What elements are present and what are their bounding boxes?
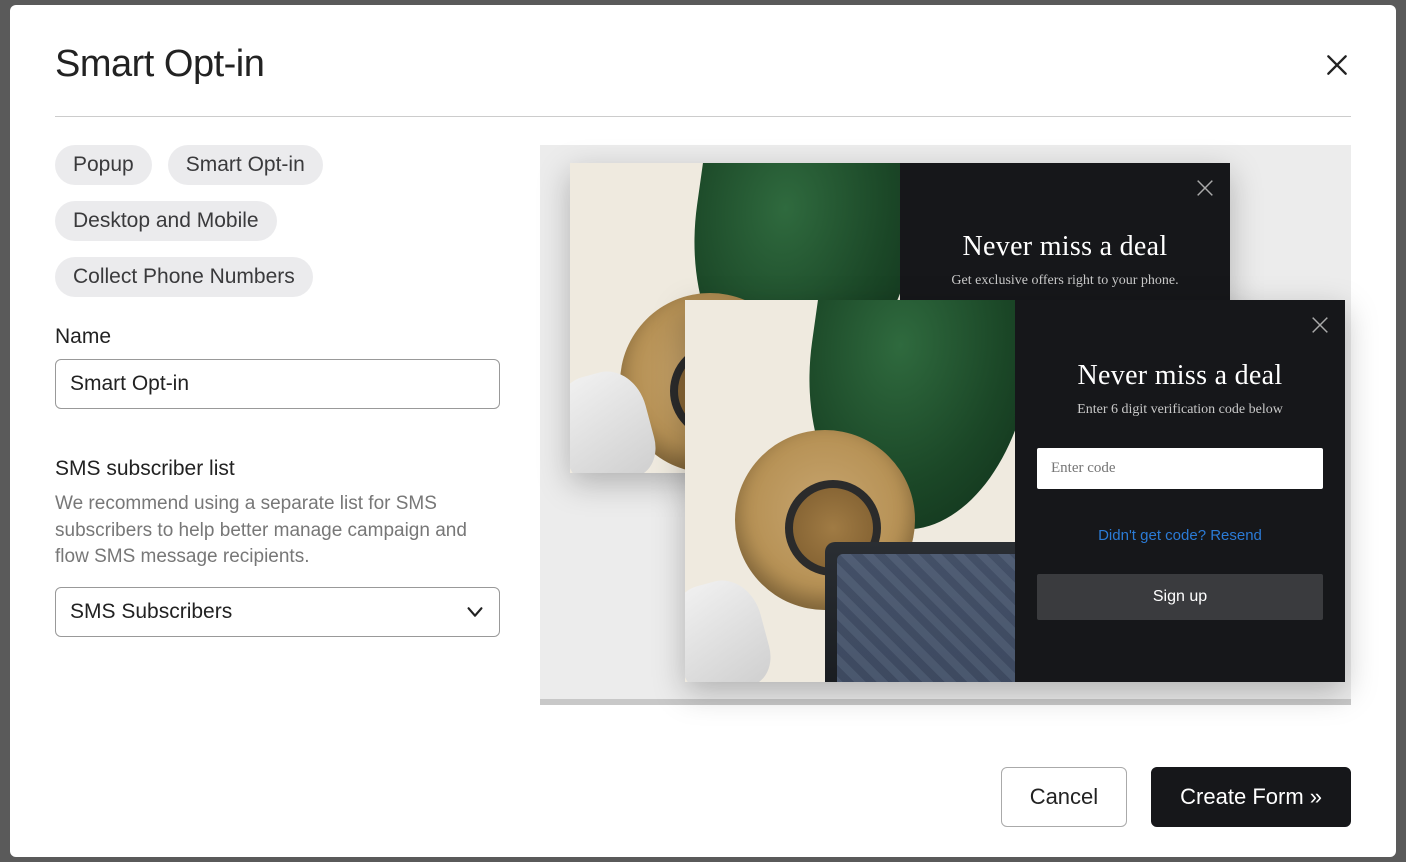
- preview-card-step2-close-icon: [1309, 314, 1331, 336]
- modal-header: Smart Opt-in: [55, 43, 1351, 117]
- tag-smart-optin: Smart Opt-in: [168, 145, 323, 185]
- create-form-button[interactable]: Create Form »: [1151, 767, 1351, 827]
- preview-column: Never miss a deal Get exclusive offers r…: [540, 145, 1351, 737]
- smart-optin-modal: Smart Opt-in Popup Smart Opt-in Desktop …: [10, 5, 1396, 857]
- preview-card-step1-close-icon: [1194, 177, 1216, 199]
- modal-footer: Cancel Create Form »: [55, 737, 1351, 827]
- form-column: Popup Smart Opt-in Desktop and Mobile Co…: [55, 145, 500, 737]
- preview-card-step2-panel: Never miss a deal Enter 6 digit verifica…: [1015, 300, 1345, 682]
- tag-list: Popup Smart Opt-in Desktop and Mobile Co…: [55, 145, 500, 297]
- preview-resend-link: Didn't get code? Resend: [1098, 527, 1262, 544]
- preview-code-input: [1037, 448, 1323, 489]
- sms-list-select-wrap: SMS Subscribers: [55, 587, 500, 637]
- sms-section: SMS subscriber list We recommend using a…: [55, 457, 500, 637]
- preview-card-step2-sub: Enter 6 digit verification code below: [1077, 402, 1283, 418]
- preview-area: Never miss a deal Get exclusive offers r…: [540, 145, 1351, 705]
- cancel-button[interactable]: Cancel: [1001, 767, 1127, 827]
- preview-card-step2: Never miss a deal Enter 6 digit verifica…: [685, 300, 1345, 682]
- tag-popup: Popup: [55, 145, 152, 185]
- preview-card-step2-image: [685, 300, 1015, 682]
- sms-list-label: SMS subscriber list: [55, 457, 500, 481]
- sms-help-text: We recommend using a separate list for S…: [55, 491, 500, 571]
- preview-card-step2-heading: Never miss a deal: [1078, 360, 1283, 392]
- modal-title: Smart Opt-in: [55, 43, 264, 86]
- preview-signup-button: Sign up: [1037, 574, 1323, 620]
- sms-list-select[interactable]: SMS Subscribers: [55, 587, 500, 637]
- tag-desktop-mobile: Desktop and Mobile: [55, 201, 277, 241]
- name-input[interactable]: [55, 359, 500, 409]
- close-button[interactable]: [1323, 51, 1351, 79]
- modal-body: Popup Smart Opt-in Desktop and Mobile Co…: [55, 117, 1351, 737]
- tag-collect-phone: Collect Phone Numbers: [55, 257, 313, 297]
- preview-card-step1-sub: Get exclusive offers right to your phone…: [951, 273, 1178, 289]
- name-label: Name: [55, 325, 500, 349]
- close-icon: [1324, 52, 1350, 78]
- preview-card-step1-heading: Never miss a deal: [963, 231, 1168, 263]
